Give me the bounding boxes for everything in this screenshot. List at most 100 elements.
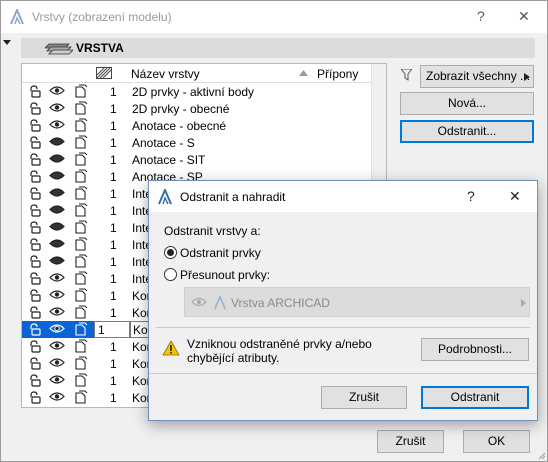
wireframe-page-icon[interactable]	[74, 254, 88, 268]
lock-open-icon[interactable]	[28, 153, 42, 166]
intersection-group-field[interactable]: 1	[94, 321, 130, 338]
intersection-group: 1	[110, 374, 117, 388]
wireframe-page-icon[interactable]	[74, 356, 88, 370]
eye-closed-icon[interactable]	[49, 187, 65, 200]
wireframe-page-icon[interactable]	[74, 186, 88, 200]
eye-open-icon[interactable]	[49, 85, 65, 98]
lock-open-icon[interactable]	[28, 323, 42, 336]
help-button[interactable]: ?	[477, 8, 485, 24]
lock-open-icon[interactable]	[28, 85, 42, 98]
radio-delete-elements[interactable]	[164, 246, 177, 259]
intersection-group: 1	[110, 136, 117, 150]
wireframe-page-icon[interactable]	[74, 169, 88, 183]
radio-delete-label[interactable]: Odstranit prvky	[180, 246, 261, 260]
filter-dropdown[interactable]: Zobrazit všechny ...	[420, 65, 534, 88]
wireframe-page-icon[interactable]	[74, 237, 88, 251]
resize-grip-icon[interactable]	[537, 451, 546, 460]
dialog-help-button[interactable]: ?	[467, 188, 475, 204]
wireframe-page-icon[interactable]	[74, 135, 88, 149]
wireframe-page-icon[interactable]	[74, 271, 88, 285]
table-row[interactable]: 1 2D prvky - aktivní body	[22, 83, 371, 100]
eye-closed-icon[interactable]	[49, 238, 65, 251]
lock-open-icon[interactable]	[28, 238, 42, 251]
new-layer-button[interactable]: Nová...	[400, 92, 534, 115]
dialog-confirm-button[interactable]: Odstranit	[421, 386, 529, 409]
eye-closed-icon[interactable]	[49, 204, 65, 217]
table-row[interactable]: 1 2D prvky - obecné	[22, 100, 371, 117]
wireframe-page-icon[interactable]	[74, 101, 88, 115]
intersection-group: 1	[110, 255, 117, 269]
dialog-cancel-button[interactable]: Zrušit	[321, 386, 407, 409]
eye-open-icon[interactable]	[49, 340, 65, 353]
eye-closed-icon[interactable]	[49, 170, 65, 183]
wireframe-page-icon[interactable]	[74, 305, 88, 319]
table-row[interactable]: 1 Anotace - obecné	[22, 117, 371, 134]
column-header-extensions[interactable]: Přípony	[317, 67, 358, 81]
eye-open-icon[interactable]	[49, 323, 65, 336]
eye-open-icon[interactable]	[49, 391, 65, 404]
eye-closed-icon[interactable]	[49, 136, 65, 149]
radio-move-elements[interactable]	[164, 268, 177, 281]
eye-closed-icon[interactable]	[49, 153, 65, 166]
lock-open-icon[interactable]	[28, 221, 42, 234]
delete-layer-button[interactable]: Odstranit...	[400, 120, 534, 143]
wireframe-page-icon[interactable]	[74, 288, 88, 302]
table-row[interactable]: 1 Anotace - S	[22, 134, 371, 151]
eye-open-icon[interactable]	[49, 306, 65, 319]
wireframe-page-icon[interactable]	[74, 118, 88, 132]
wireframe-page-icon[interactable]	[74, 390, 88, 404]
section-header[interactable]: VRSTVA	[21, 38, 535, 58]
wireframe-page-icon[interactable]	[74, 220, 88, 234]
window-title: Vrstvy (zobrazení modelu)	[32, 10, 172, 24]
eye-open-icon[interactable]	[49, 102, 65, 115]
intersection-group: 1	[110, 187, 117, 201]
hatch-header-icon[interactable]	[96, 67, 112, 79]
ok-button[interactable]: OK	[463, 430, 530, 453]
lock-open-icon[interactable]	[28, 306, 42, 319]
eye-open-icon[interactable]	[49, 119, 65, 132]
lock-open-icon[interactable]	[28, 119, 42, 132]
intersection-group: 1	[110, 340, 117, 354]
eye-open-icon[interactable]	[49, 374, 65, 387]
dialog-title: Odstranit a nahradit	[180, 190, 286, 204]
wireframe-page-icon[interactable]	[74, 152, 88, 166]
lock-open-icon[interactable]	[28, 204, 42, 217]
lock-open-icon[interactable]	[28, 102, 42, 115]
lock-open-icon[interactable]	[28, 357, 42, 370]
eye-open-icon[interactable]	[49, 357, 65, 370]
dialog-prompt: Odstranit vrstvy a:	[164, 224, 261, 238]
wireframe-page-icon[interactable]	[74, 373, 88, 387]
eye-open-icon[interactable]	[49, 289, 65, 302]
collapse-arrow-icon[interactable]	[3, 40, 11, 46]
wireframe-page-icon[interactable]	[74, 84, 88, 98]
lock-open-icon[interactable]	[28, 340, 42, 353]
dialog-close-button[interactable]: ✕	[509, 188, 521, 205]
lock-open-icon[interactable]	[28, 187, 42, 200]
table-row[interactable]: 1 Anotace - SIT	[22, 151, 371, 168]
archicad-layer-icon	[213, 296, 227, 310]
wireframe-page-icon[interactable]	[74, 339, 88, 353]
details-button[interactable]: Podrobnosti...	[421, 338, 529, 361]
eye-open-icon[interactable]	[49, 272, 65, 285]
dialog-titlebar[interactable]: Odstranit a nahradit ? ✕	[149, 181, 537, 212]
column-header-name[interactable]: Název vrstvy	[131, 67, 200, 81]
lock-open-icon[interactable]	[28, 255, 42, 268]
lock-open-icon[interactable]	[28, 391, 42, 404]
eye-closed-icon[interactable]	[49, 255, 65, 268]
window-titlebar[interactable]: Vrstvy (zobrazení modelu) ? ✕	[1, 1, 547, 33]
lock-open-icon[interactable]	[28, 136, 42, 149]
intersection-group: 1	[110, 238, 117, 252]
layers-stack-icon	[45, 43, 73, 55]
warning-icon	[162, 340, 180, 356]
cancel-button[interactable]: Zrušit	[377, 430, 444, 453]
lock-open-icon[interactable]	[28, 289, 42, 302]
lock-open-icon[interactable]	[28, 374, 42, 387]
lock-open-icon[interactable]	[28, 272, 42, 285]
eye-closed-icon[interactable]	[49, 221, 65, 234]
wireframe-page-icon[interactable]	[74, 203, 88, 217]
filter-dropdown-label: Zobrazit všechny ...	[426, 69, 531, 83]
wireframe-page-icon[interactable]	[74, 322, 88, 336]
lock-open-icon[interactable]	[28, 170, 42, 183]
radio-move-label[interactable]: Přesunout prvky:	[180, 268, 270, 282]
close-button[interactable]: ✕	[518, 8, 530, 25]
